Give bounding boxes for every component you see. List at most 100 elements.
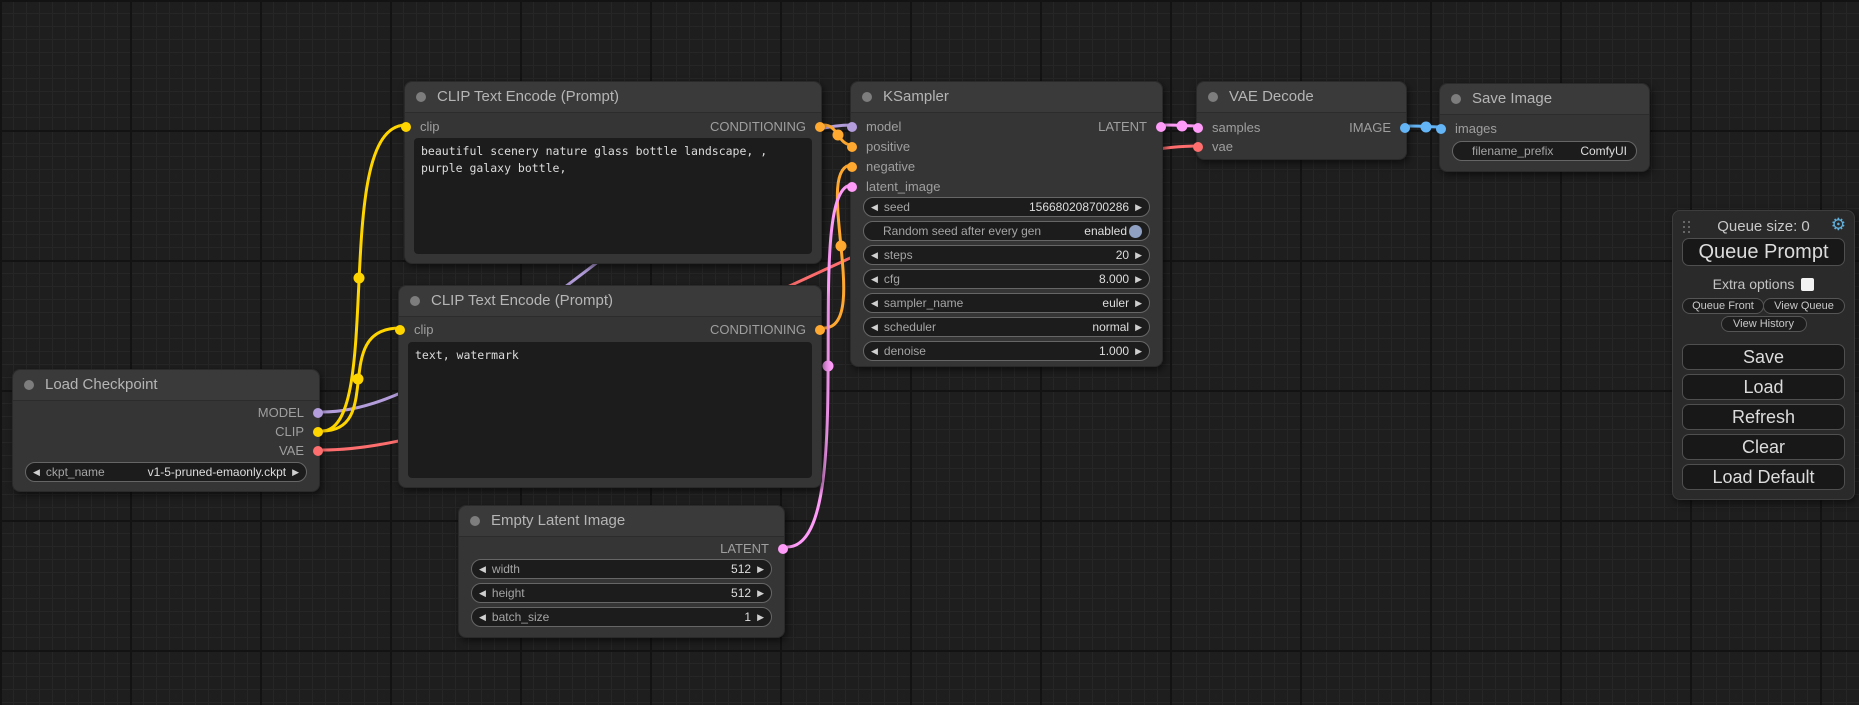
queue-panel[interactable]: Queue size: 0 ⚙ Queue Prompt Extra optio… <box>1672 210 1855 500</box>
collapse-dot-icon[interactable] <box>416 92 426 102</box>
increment-arrow-icon[interactable]: ▶ <box>757 589 764 598</box>
decrement-arrow-icon[interactable]: ◀ <box>871 251 878 260</box>
node-title[interactable]: Load Checkpoint <box>13 370 319 401</box>
collapse-dot-icon[interactable] <box>24 380 34 390</box>
increment-arrow-icon[interactable]: ▶ <box>1135 323 1142 332</box>
node-title[interactable]: CLIP Text Encode (Prompt) <box>405 82 821 113</box>
refresh-button[interactable]: Refresh <box>1682 404 1845 430</box>
extra-options-checkbox[interactable] <box>1801 278 1814 291</box>
output-slot-clip[interactable]: CLIP <box>275 423 319 441</box>
increment-arrow-icon[interactable]: ▶ <box>1135 299 1142 308</box>
clip-slot-dot-icon[interactable] <box>401 122 411 132</box>
steps-widget[interactable]: ◀ steps 20 ▶ <box>863 245 1150 265</box>
image-slot-dot-icon[interactable] <box>1400 123 1410 133</box>
denoise-widget[interactable]: ◀ denoise 1.000 ▶ <box>863 341 1150 361</box>
output-slot-latent[interactable]: LATENT <box>1098 118 1162 136</box>
decrement-arrow-icon[interactable]: ◀ <box>33 468 40 477</box>
height-widget[interactable]: ◀ height 512 ▶ <box>471 583 772 603</box>
increment-arrow-icon[interactable]: ▶ <box>757 565 764 574</box>
decrement-arrow-icon[interactable]: ◀ <box>871 275 878 284</box>
batch-size-widget[interactable]: ◀ batch_size 1 ▶ <box>471 607 772 627</box>
output-slot-conditioning[interactable]: CONDITIONING <box>710 321 821 339</box>
load-default-button[interactable]: Load Default <box>1682 464 1845 490</box>
vae-slot-dot-icon[interactable] <box>1193 142 1203 152</box>
latent-slot-dot-icon[interactable] <box>1193 123 1203 133</box>
conditioning-slot-dot-icon[interactable] <box>847 162 857 172</box>
collapse-dot-icon[interactable] <box>470 516 480 526</box>
decrement-arrow-icon[interactable]: ◀ <box>871 203 878 212</box>
node-title[interactable]: CLIP Text Encode (Prompt) <box>399 286 821 317</box>
increment-arrow-icon[interactable]: ▶ <box>1135 275 1142 284</box>
collapse-dot-icon[interactable] <box>410 296 420 306</box>
load-button[interactable]: Load <box>1682 374 1845 400</box>
input-slot-positive[interactable]: positive <box>851 138 910 156</box>
node-title[interactable]: Empty Latent Image <box>459 506 784 537</box>
node-save-image[interactable]: Save Image images filename_prefix ComfyU… <box>1439 83 1650 172</box>
node-ksampler[interactable]: KSampler model positive negative latent_… <box>850 81 1163 367</box>
clip-slot-dot-icon[interactable] <box>313 427 323 437</box>
clear-button[interactable]: Clear <box>1682 434 1845 460</box>
input-slot-model[interactable]: model <box>851 118 901 136</box>
queue-front-button[interactable]: Queue Front <box>1682 298 1764 314</box>
decrement-arrow-icon[interactable]: ◀ <box>479 589 486 598</box>
node-empty-latent-image[interactable]: Empty Latent Image LATENT ◀ width 512 ▶ … <box>458 505 785 638</box>
node-graph-canvas[interactable]: Load Checkpoint MODEL CLIP VAE ◀ ckpt_na… <box>0 0 1859 705</box>
node-title[interactable]: KSampler <box>851 82 1162 113</box>
latent-slot-dot-icon[interactable] <box>1156 122 1166 132</box>
increment-arrow-icon[interactable]: ▶ <box>1135 251 1142 260</box>
increment-arrow-icon[interactable]: ▶ <box>1135 347 1142 356</box>
vae-slot-dot-icon[interactable] <box>313 446 323 456</box>
decrement-arrow-icon[interactable]: ◀ <box>871 299 878 308</box>
input-slot-clip[interactable]: clip <box>399 321 434 339</box>
increment-arrow-icon[interactable]: ▶ <box>292 468 299 477</box>
model-slot-dot-icon[interactable] <box>847 122 857 132</box>
decrement-arrow-icon[interactable]: ◀ <box>479 565 486 574</box>
node-load-checkpoint[interactable]: Load Checkpoint MODEL CLIP VAE ◀ ckpt_na… <box>12 369 320 492</box>
clip-slot-dot-icon[interactable] <box>395 325 405 335</box>
prompt-textarea[interactable]: beautiful scenery nature glass bottle la… <box>414 138 812 254</box>
input-slot-clip[interactable]: clip <box>405 118 440 136</box>
latent-slot-dot-icon[interactable] <box>778 544 788 554</box>
node-vae-decode[interactable]: VAE Decode samples vae IMAGE <box>1196 81 1407 160</box>
prompt-textarea[interactable]: text, watermark <box>408 342 812 478</box>
conditioning-slot-dot-icon[interactable] <box>815 122 825 132</box>
node-title[interactable]: VAE Decode <box>1197 82 1406 113</box>
collapse-dot-icon[interactable] <box>1208 92 1218 102</box>
scheduler-widget[interactable]: ◀ scheduler normal ▶ <box>863 317 1150 337</box>
increment-arrow-icon[interactable]: ▶ <box>1135 203 1142 212</box>
random-seed-toggle-widget[interactable]: Random seed after every gen enabled <box>863 221 1150 241</box>
input-slot-latent-image[interactable]: latent_image <box>851 178 940 196</box>
node-clip-text-encode-negative[interactable]: CLIP Text Encode (Prompt) clip CONDITION… <box>398 285 822 488</box>
width-widget[interactable]: ◀ width 512 ▶ <box>471 559 772 579</box>
ckpt-name-widget[interactable]: ◀ ckpt_name v1-5-pruned-emaonly.ckpt ▶ <box>25 462 307 482</box>
node-clip-text-encode-positive[interactable]: CLIP Text Encode (Prompt) clip CONDITION… <box>404 81 822 264</box>
collapse-dot-icon[interactable] <box>862 92 872 102</box>
model-slot-dot-icon[interactable] <box>313 408 323 418</box>
latent-slot-dot-icon[interactable] <box>847 182 857 192</box>
input-slot-negative[interactable]: negative <box>851 158 915 176</box>
filename-prefix-widget[interactable]: filename_prefix ComfyUI <box>1452 141 1637 161</box>
save-button[interactable]: Save <box>1682 344 1845 370</box>
output-slot-conditioning[interactable]: CONDITIONING <box>710 118 821 136</box>
seed-widget[interactable]: ◀ seed 156680208700286 ▶ <box>863 197 1150 217</box>
input-slot-samples[interactable]: samples <box>1197 119 1260 137</box>
sampler-name-widget[interactable]: ◀ sampler_name euler ▶ <box>863 293 1150 313</box>
input-slot-vae[interactable]: vae <box>1197 138 1233 156</box>
output-slot-vae[interactable]: VAE <box>279 442 319 460</box>
cfg-widget[interactable]: ◀ cfg 8.000 ▶ <box>863 269 1150 289</box>
view-history-button[interactable]: View History <box>1721 316 1807 332</box>
toggle-knob-icon[interactable] <box>1129 225 1142 238</box>
image-slot-dot-icon[interactable] <box>1436 124 1446 134</box>
input-slot-images[interactable]: images <box>1440 120 1497 138</box>
output-slot-latent[interactable]: LATENT <box>720 540 784 558</box>
decrement-arrow-icon[interactable]: ◀ <box>479 613 486 622</box>
decrement-arrow-icon[interactable]: ◀ <box>871 323 878 332</box>
view-queue-button[interactable]: View Queue <box>1763 298 1845 314</box>
queue-prompt-button[interactable]: Queue Prompt <box>1682 238 1845 266</box>
conditioning-slot-dot-icon[interactable] <box>815 325 825 335</box>
node-title[interactable]: Save Image <box>1440 84 1649 115</box>
settings-gear-icon[interactable]: ⚙ <box>1831 216 1846 233</box>
decrement-arrow-icon[interactable]: ◀ <box>871 347 878 356</box>
conditioning-slot-dot-icon[interactable] <box>847 142 857 152</box>
collapse-dot-icon[interactable] <box>1451 94 1461 104</box>
